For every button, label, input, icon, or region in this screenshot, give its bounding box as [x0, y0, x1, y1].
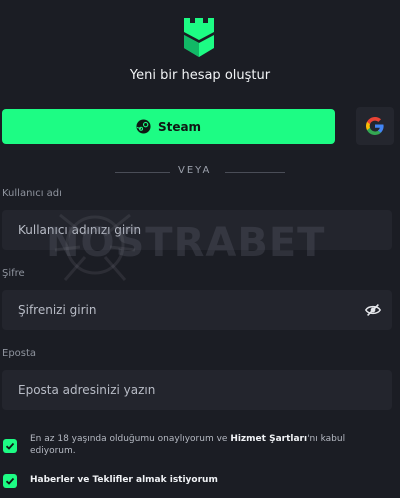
page-title: Yeni bir hesap oluştur: [129, 68, 271, 83]
password-field[interactable]: Şifrenizi girin: [2, 290, 392, 330]
steam-button-label: Steam: [157, 119, 202, 134]
steam-icon: [136, 119, 151, 134]
divider-text: VEYA: [178, 165, 212, 176]
google-login-button[interactable]: [356, 107, 394, 145]
terms-checkbox[interactable]: [3, 439, 17, 453]
terms-text-before: En az 18 yaşında olduğumu onaylıyorum ve: [30, 434, 231, 444]
username-field[interactable]: Kullanıcı adınızı girin: [2, 210, 392, 250]
email-label: Eposta: [2, 348, 37, 359]
or-divider: VEYA: [0, 164, 400, 180]
castle-shield-icon: [184, 18, 214, 57]
username-label: Kullanıcı adı: [2, 188, 62, 199]
check-icon: [5, 477, 15, 485]
steam-login-button[interactable]: Steam: [2, 109, 335, 144]
newsletter-label: Haberler ve Teklifler almak istiyorum: [30, 475, 218, 485]
divider-line-left: [115, 172, 170, 173]
terms-text: En az 18 yaşında olduğumu onaylıyorum ve…: [30, 433, 375, 457]
google-icon: [366, 117, 384, 135]
password-label: Şifre: [2, 268, 25, 279]
password-placeholder: Şifrenizi girin: [18, 303, 97, 317]
newsletter-checkbox[interactable]: [3, 474, 17, 488]
email-field[interactable]: Eposta adresinizi yazın: [2, 370, 392, 410]
check-icon: [5, 442, 15, 450]
terms-link[interactable]: Hizmet Şartları: [230, 434, 307, 444]
divider-line-right: [225, 172, 285, 173]
eye-slash-icon[interactable]: [364, 301, 382, 319]
